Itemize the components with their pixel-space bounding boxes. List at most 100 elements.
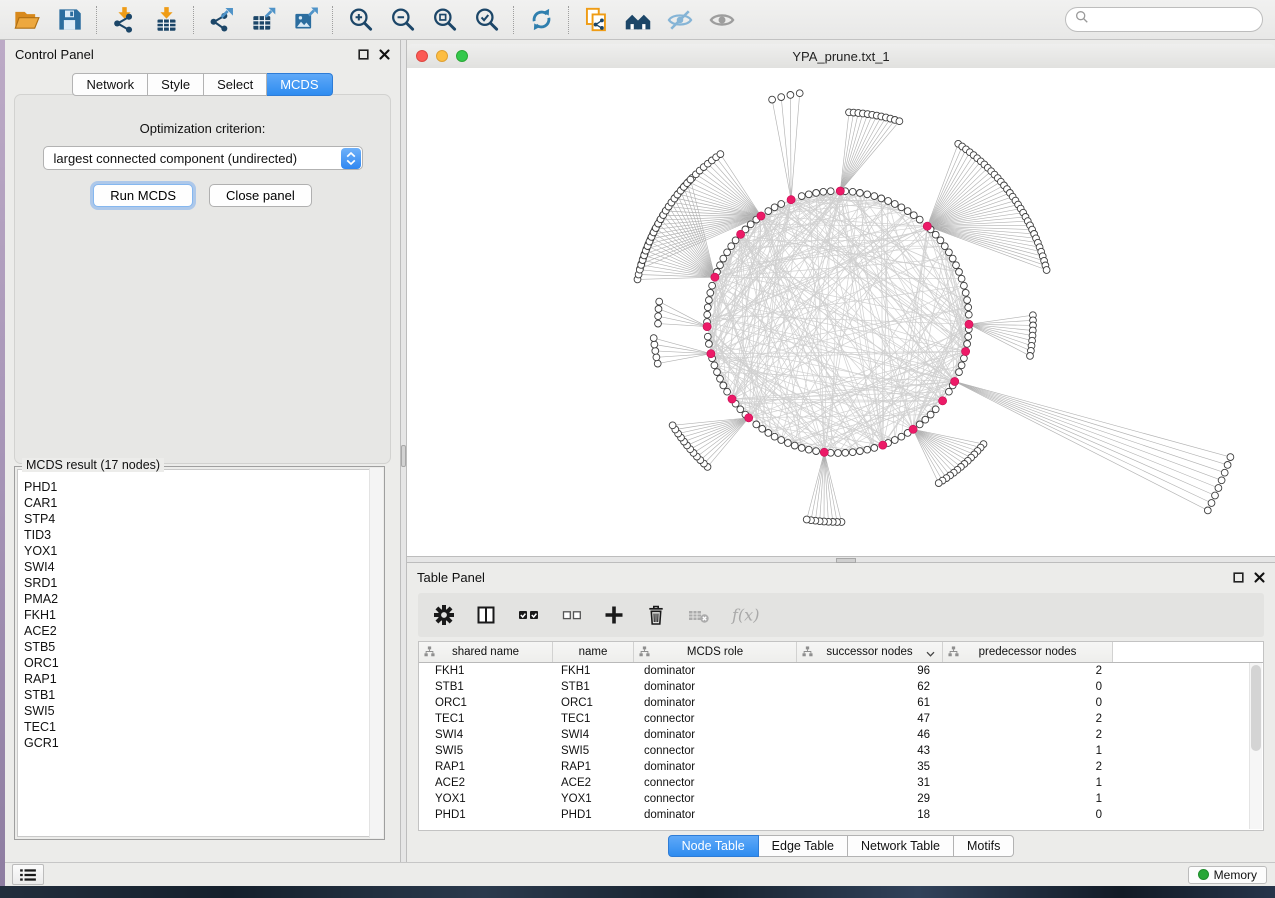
mcds-result-item[interactable]: PMA2 [18, 591, 381, 607]
export-table-icon[interactable] [242, 3, 284, 37]
tab-node-table[interactable]: Node Table [668, 835, 759, 857]
table-row[interactable]: SWI5SWI5connector431 [419, 743, 1263, 759]
delete-icon[interactable] [644, 603, 668, 627]
network-graph[interactable] [407, 68, 1275, 556]
task-history-button[interactable] [12, 864, 44, 885]
export-network-icon[interactable] [200, 3, 242, 37]
cell: ACE2 [553, 777, 634, 789]
float-panel-icon[interactable] [358, 49, 369, 60]
toolbar-separator [96, 6, 97, 34]
desktop-wallpaper [0, 886, 1275, 898]
table-scrollbar[interactable] [1249, 663, 1262, 829]
memory-button[interactable]: Memory [1188, 866, 1267, 884]
minimize-window-icon[interactable] [436, 50, 448, 62]
horizontal-splitter[interactable] [407, 556, 1275, 563]
zoom-fit-icon[interactable] [423, 3, 465, 37]
criterion-select[interactable]: largest connected component (undirected) [43, 146, 363, 170]
tab-network[interactable]: Network [72, 73, 148, 96]
import-table-icon[interactable] [145, 3, 187, 37]
tab-motifs[interactable]: Motifs [954, 835, 1014, 857]
table-row[interactable]: ORC1ORC1dominator610 [419, 695, 1263, 711]
duplicate-network-icon[interactable] [575, 3, 617, 37]
mcds-result-item[interactable]: GCR1 [18, 735, 381, 751]
svg-text:f(x): f(x) [731, 606, 759, 625]
zoom-selected-icon[interactable] [465, 3, 507, 37]
column-header-name[interactable]: name [553, 642, 634, 662]
show-all-icon[interactable] [701, 3, 743, 37]
tab-select[interactable]: Select [204, 73, 267, 96]
mcds-result-item[interactable]: SWI4 [18, 559, 381, 575]
close-panel-button[interactable]: Close panel [209, 184, 312, 207]
close-panel-icon[interactable] [379, 49, 390, 60]
table-row[interactable]: TEC1TEC1connector472 [419, 711, 1263, 727]
import-network-icon[interactable] [103, 3, 145, 37]
zoom-window-icon[interactable] [456, 50, 468, 62]
mcds-result-item[interactable]: ORC1 [18, 655, 381, 671]
run-mcds-button[interactable]: Run MCDS [93, 184, 193, 207]
table-row[interactable]: RAP1RAP1dominator352 [419, 759, 1263, 775]
mcds-result-list[interactable]: PHD1CAR1STP4TID3YOX1SWI4SRD1PMA2FKH1ACE2… [17, 469, 382, 837]
mcds-result-item[interactable]: STB5 [18, 639, 381, 655]
deselect-all-icon[interactable] [560, 603, 584, 627]
column-header-shared-name[interactable]: shared name [419, 642, 553, 662]
float-table-panel-icon[interactable] [1233, 572, 1244, 583]
mcds-result-item[interactable]: ACE2 [18, 623, 381, 639]
export-image-icon[interactable] [284, 3, 326, 37]
table-toolbar: f(x) [418, 593, 1264, 637]
table-tabs: Node TableEdge TableNetwork TableMotifs [407, 835, 1275, 857]
refresh-icon[interactable] [520, 3, 562, 37]
close-window-icon[interactable] [416, 50, 428, 62]
mcds-result-item[interactable]: FKH1 [18, 607, 381, 623]
add-icon[interactable] [602, 603, 626, 627]
table-row[interactable]: ACE2ACE2connector311 [419, 775, 1263, 791]
table-row[interactable]: PHD1PHD1dominator180 [419, 807, 1263, 823]
mcds-result-item[interactable]: TEC1 [18, 719, 381, 735]
node-table[interactable]: shared namenameMCDS rolesuccessor nodesp… [418, 641, 1264, 831]
save-icon[interactable] [48, 3, 90, 37]
vertical-splitter[interactable] [400, 40, 407, 862]
hide-selected-icon[interactable] [659, 3, 701, 37]
open-folder-icon[interactable] [6, 3, 48, 37]
column-header-successor-nodes[interactable]: successor nodes [797, 642, 943, 662]
tab-mcds[interactable]: MCDS [267, 73, 332, 96]
cell: ACE2 [419, 777, 553, 789]
column-header-MCDS-role[interactable]: MCDS role [634, 642, 797, 662]
tab-network-table[interactable]: Network Table [848, 835, 954, 857]
mcds-result-item[interactable]: SWI5 [18, 703, 381, 719]
table-row[interactable]: YOX1YOX1connector291 [419, 791, 1263, 807]
table-row[interactable]: SWI4SWI4dominator462 [419, 727, 1263, 743]
first-neighbors-icon[interactable] [617, 3, 659, 37]
table-scrollbar-thumb[interactable] [1251, 665, 1261, 751]
mcds-list-scrollbar[interactable] [369, 468, 383, 838]
vertical-splitter-handle[interactable] [401, 445, 406, 467]
zoom-out-icon[interactable] [381, 3, 423, 37]
mcds-result-item[interactable]: RAP1 [18, 671, 381, 687]
mcds-result-item[interactable]: SRD1 [18, 575, 381, 591]
mcds-result-item[interactable]: STP4 [18, 511, 381, 527]
search-box[interactable] [1065, 7, 1263, 32]
table-row[interactable]: FKH1FKH1dominator962 [419, 663, 1263, 679]
show-columns-icon[interactable] [474, 603, 498, 627]
mcds-result-item[interactable]: YOX1 [18, 543, 381, 559]
table-row[interactable]: STB1STB1dominator620 [419, 679, 1263, 695]
search-input[interactable] [1094, 12, 1262, 28]
column-type-icon [424, 646, 435, 660]
settings-icon[interactable] [432, 603, 456, 627]
control-panel: Control Panel NetworkStyleSelectMCDS Opt… [5, 40, 400, 862]
mcds-result-item[interactable]: CAR1 [18, 495, 381, 511]
tab-style[interactable]: Style [148, 73, 204, 96]
column-header-predecessor-nodes[interactable]: predecessor nodes [943, 642, 1113, 662]
cell: PHD1 [419, 809, 553, 821]
close-table-panel-icon[interactable] [1254, 572, 1265, 583]
mcds-result-item[interactable]: PHD1 [18, 479, 381, 495]
delete-table-icon [686, 603, 712, 627]
select-all-icon[interactable] [516, 603, 542, 627]
mcds-result-item[interactable]: STB1 [18, 687, 381, 703]
network-window-titlebar[interactable]: YPA_prune.txt_1 [407, 44, 1275, 69]
cell: 0 [943, 681, 1113, 693]
zoom-in-icon[interactable] [339, 3, 381, 37]
tab-edge-table[interactable]: Edge Table [759, 835, 848, 857]
network-canvas[interactable] [407, 68, 1275, 556]
cell: SWI4 [553, 729, 634, 741]
mcds-result-item[interactable]: TID3 [18, 527, 381, 543]
